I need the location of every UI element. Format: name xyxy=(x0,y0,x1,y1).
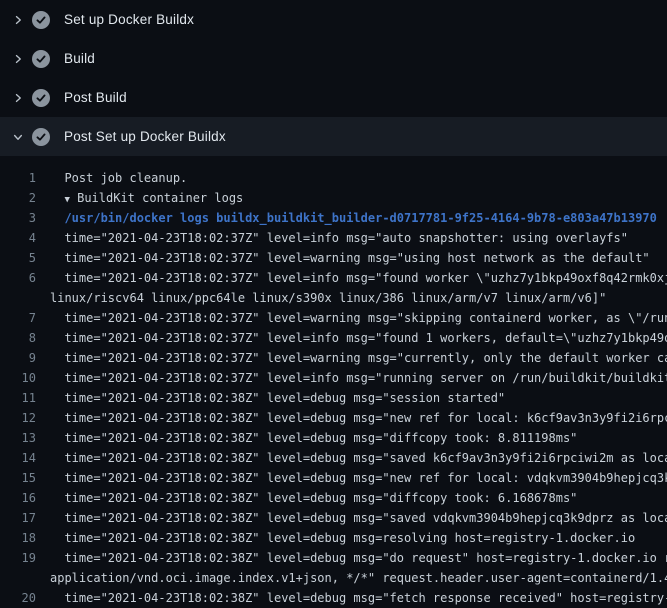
log-text: time="2021-04-23T18:02:37Z" level=info m… xyxy=(50,268,667,288)
step-header-post-set-up-docker-buildx[interactable]: Post Set up Docker Buildx xyxy=(0,117,667,156)
log-text: time="2021-04-23T18:02:38Z" level=debug … xyxy=(50,588,667,608)
log-text: time="2021-04-23T18:02:38Z" level=debug … xyxy=(50,388,505,408)
step-section-list: Set up Docker Buildx Build P xyxy=(0,0,667,156)
line-number[interactable]: 2 xyxy=(0,188,36,208)
log-text: time="2021-04-23T18:02:38Z" level=debug … xyxy=(50,408,667,428)
log-line: 15 time="2021-04-23T18:02:38Z" level=deb… xyxy=(0,468,667,488)
log-line: 1 Post job cleanup. xyxy=(0,168,667,188)
line-number[interactable]: 1 xyxy=(0,168,36,188)
log-line: 16 time="2021-04-23T18:02:38Z" level=deb… xyxy=(0,488,667,508)
log-area: 1 Post job cleanup.2 ▼ BuildKit containe… xyxy=(0,156,667,608)
log-line: 18 time="2021-04-23T18:02:38Z" level=deb… xyxy=(0,528,667,548)
log-text: application/vnd.oci.image.index.v1+json,… xyxy=(50,568,667,588)
log-line-continuation: linux/riscv64 linux/ppc64le linux/s390x … xyxy=(0,288,667,308)
line-number[interactable]: 18 xyxy=(0,528,36,548)
chevron-icon[interactable] xyxy=(12,12,30,28)
log-line: 10 time="2021-04-23T18:02:37Z" level=inf… xyxy=(0,368,667,388)
line-number[interactable]: 16 xyxy=(0,488,36,508)
line-number[interactable]: 17 xyxy=(0,508,36,528)
log-text: time="2021-04-23T18:02:38Z" level=debug … xyxy=(50,448,667,468)
log-text: time="2021-04-23T18:02:38Z" level=debug … xyxy=(50,508,667,528)
log-command-text: /usr/bin/docker logs buildx_buildkit_bui… xyxy=(50,208,657,228)
log-line: 8 time="2021-04-23T18:02:37Z" level=info… xyxy=(0,328,667,348)
log-text: time="2021-04-23T18:02:37Z" level=warnin… xyxy=(50,348,667,368)
log-line: 9 time="2021-04-23T18:02:37Z" level=warn… xyxy=(0,348,667,368)
log-line: 2 ▼ BuildKit container logs xyxy=(0,188,667,208)
step-header-set-up-docker-buildx[interactable]: Set up Docker Buildx xyxy=(0,0,667,39)
line-number[interactable]: 11 xyxy=(0,388,36,408)
log-line: 19 time="2021-04-23T18:02:38Z" level=deb… xyxy=(0,548,667,568)
log-text: ▼ BuildKit container logs xyxy=(50,188,243,208)
line-number[interactable]: 14 xyxy=(0,448,36,468)
check-circle-icon xyxy=(32,89,50,107)
line-number[interactable]: 4 xyxy=(0,228,36,248)
line-number xyxy=(0,288,36,308)
log-text: linux/riscv64 linux/ppc64le linux/s390x … xyxy=(50,288,606,308)
line-number[interactable]: 10 xyxy=(0,368,36,388)
log-text: time="2021-04-23T18:02:38Z" level=debug … xyxy=(50,548,667,568)
line-number[interactable]: 12 xyxy=(0,408,36,428)
step-title: Build xyxy=(64,51,95,66)
line-number[interactable]: 5 xyxy=(0,248,36,268)
line-number[interactable]: 6 xyxy=(0,268,36,288)
line-number[interactable]: 3 xyxy=(0,208,36,228)
log-line: 17 time="2021-04-23T18:02:38Z" level=deb… xyxy=(0,508,667,528)
line-number[interactable]: 13 xyxy=(0,428,36,448)
log-text: Post job cleanup. xyxy=(50,168,187,188)
line-number[interactable]: 20 xyxy=(0,588,36,608)
log-line: 7 time="2021-04-23T18:02:37Z" level=warn… xyxy=(0,308,667,328)
line-number xyxy=(0,568,36,588)
step-header-post-build[interactable]: Post Build xyxy=(0,78,667,117)
log-line: 11 time="2021-04-23T18:02:38Z" level=deb… xyxy=(0,388,667,408)
log-group-label[interactable]: BuildKit container logs xyxy=(70,191,243,205)
log-text: time="2021-04-23T18:02:37Z" level=info m… xyxy=(50,228,628,248)
log-line: 5 time="2021-04-23T18:02:37Z" level=warn… xyxy=(0,248,667,268)
log-line: 13 time="2021-04-23T18:02:38Z" level=deb… xyxy=(0,428,667,448)
check-circle-icon xyxy=(32,11,50,29)
check-circle-icon xyxy=(32,128,50,146)
log-line-continuation: application/vnd.oci.image.index.v1+json,… xyxy=(0,568,667,588)
step-title: Post Build xyxy=(64,90,127,105)
log-line: 3 /usr/bin/docker logs buildx_buildkit_b… xyxy=(0,208,667,228)
line-number[interactable]: 15 xyxy=(0,468,36,488)
step-title: Set up Docker Buildx xyxy=(64,12,194,27)
check-circle-icon xyxy=(32,50,50,68)
log-text: time="2021-04-23T18:02:38Z" level=debug … xyxy=(50,428,577,448)
log-text: time="2021-04-23T18:02:37Z" level=info m… xyxy=(50,328,667,348)
log-text: time="2021-04-23T18:02:37Z" level=warnin… xyxy=(50,308,667,328)
chevron-icon[interactable] xyxy=(12,90,30,106)
log-line: 4 time="2021-04-23T18:02:37Z" level=info… xyxy=(0,228,667,248)
log-text: time="2021-04-23T18:02:38Z" level=debug … xyxy=(50,488,577,508)
log-line: 6 time="2021-04-23T18:02:37Z" level=info… xyxy=(0,268,667,288)
log-line: 12 time="2021-04-23T18:02:38Z" level=deb… xyxy=(0,408,667,428)
step-title: Post Set up Docker Buildx xyxy=(64,129,226,144)
line-number[interactable]: 19 xyxy=(0,548,36,568)
log-text: time="2021-04-23T18:02:37Z" level=warnin… xyxy=(50,248,650,268)
log-line: 20 time="2021-04-23T18:02:38Z" level=deb… xyxy=(0,588,667,608)
line-number[interactable]: 8 xyxy=(0,328,36,348)
log-text: time="2021-04-23T18:02:38Z" level=debug … xyxy=(50,468,667,488)
line-number[interactable]: 7 xyxy=(0,308,36,328)
chevron-icon[interactable] xyxy=(12,129,30,145)
log-text: time="2021-04-23T18:02:37Z" level=info m… xyxy=(50,368,667,388)
log-line: 14 time="2021-04-23T18:02:38Z" level=deb… xyxy=(0,448,667,468)
chevron-icon[interactable] xyxy=(12,51,30,67)
line-number[interactable]: 9 xyxy=(0,348,36,368)
step-header-build[interactable]: Build xyxy=(0,39,667,78)
log-text: time="2021-04-23T18:02:38Z" level=debug … xyxy=(50,528,635,548)
